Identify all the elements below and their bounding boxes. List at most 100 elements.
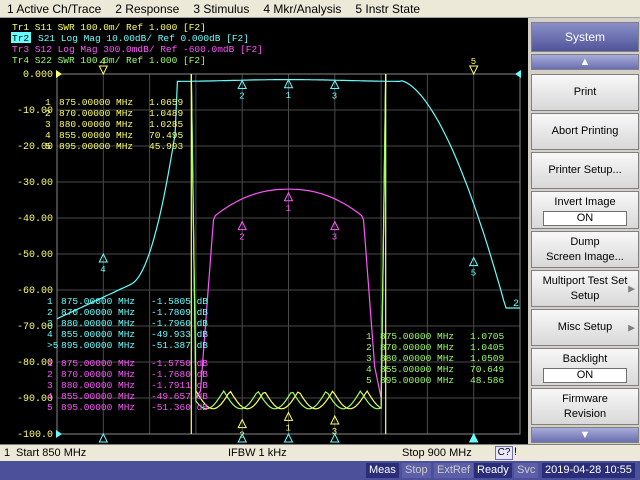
- marker-table-tr3-row-number: 3: [47, 380, 53, 391]
- softkey-scroll-down[interactable]: ▼: [531, 427, 639, 443]
- reference-level-arrow-left: [56, 70, 62, 78]
- trace-header-tr2-id[interactable]: Tr2: [12, 33, 29, 44]
- print-button[interactable]: Print: [531, 74, 639, 111]
- marker-table-tr4-row-value: 1.0509: [470, 353, 505, 364]
- channel-number: 1: [4, 447, 11, 459]
- marker-table-tr3-row-value: -1.5750 dB: [151, 358, 208, 369]
- softkey-scroll-up[interactable]: ▲: [531, 54, 639, 70]
- dump-screen-image-button[interactable]: Dump Screen Image...: [531, 231, 639, 268]
- marker-table-tr1-row-value: 45.993: [149, 141, 184, 152]
- printer-setup-button[interactable]: Printer Setup...: [531, 152, 639, 189]
- channel-status-bar: 1 Start 850 MHz IFBW 1 kHz Stop 900 MHz …: [0, 444, 640, 461]
- marker-table-tr1-row-number: 1: [45, 97, 51, 108]
- marker-table-tr2-row-frequency: 875.00000 MHz: [61, 296, 135, 307]
- marker-table-tr3-row-value: -51.360 dB: [151, 402, 208, 413]
- marker-table-tr4-row-frequency: 895.00000 MHz: [380, 375, 454, 386]
- marker-table-tr1-row-value: 1.0489: [149, 108, 184, 119]
- marker-table-tr4: 1 875.00000 MHz 1.0705 2 870.00000 MHz 1.0405…: [366, 331, 505, 386]
- marker-table-tr1-row-frequency: 880.00000 MHz: [59, 119, 133, 130]
- marker-table-tr3-row-value: -1.7911 dB: [151, 380, 208, 391]
- stimulus-marker: [283, 432, 294, 443]
- trace-headers: Tr1 S11 SWR 100.0m/ Ref 1.000 [F2] Tr2 S…: [11, 22, 263, 66]
- marker-1-s12-label: 1: [286, 204, 291, 214]
- marker-table-tr4-row-number: 3: [366, 353, 372, 364]
- marker-4-s11[interactable]: [98, 65, 109, 76]
- marker-table-tr1: 1 875.00000 MHz 1.0659 2 870.00000 MHz 1.0489…: [45, 97, 184, 152]
- marker-5-s11-label: 5: [471, 57, 476, 67]
- marker-table-tr4-row-number: 4: [366, 364, 372, 375]
- menu-stimulus[interactable]: 3 Stimulus: [186, 2, 256, 16]
- trace-header-tr1[interactable]: Tr1 S11 SWR 100.0m/ Ref 1.000 [F2]: [12, 22, 206, 33]
- marker-4-s21-label: 4: [100, 265, 105, 275]
- marker-3-s21-label: 3: [332, 91, 337, 101]
- marker-table-tr2-row-frequency: 880.00000 MHz: [61, 318, 135, 329]
- firmware-revision-button[interactable]: Firmware Revision: [531, 388, 639, 425]
- status-svc: Svc: [514, 463, 539, 478]
- marker-table-tr3-row-value: -49.657 dB: [151, 391, 208, 402]
- marker-table-tr4-row-frequency: 880.00000 MHz: [380, 353, 454, 364]
- marker-2-s12-label: 2: [239, 233, 244, 243]
- y-tick-label: -40.00: [17, 214, 53, 225]
- marker-table-tr1-row-number: 2: [45, 108, 51, 119]
- trace-header-tr2[interactable]: S21 Log Mag 10.00dB/ Ref 0.000dB [F2]: [38, 33, 249, 44]
- marker-1-s21-label: 1: [286, 91, 291, 101]
- menu-active-ch-trace[interactable]: 1 Active Ch/Trace: [0, 2, 108, 16]
- marker-table-tr2-row-value: -1.7809 dB: [151, 307, 208, 318]
- marker-table-tr4-row-number: 5: [366, 375, 372, 386]
- instrument-status-bar: Meas Stop ExtRef Ready Svc 2019-04-28 10…: [0, 461, 640, 480]
- marker-table-tr3-row-value: -1.7680 dB: [151, 369, 208, 380]
- marker-table-tr4-row-number: 1: [366, 331, 372, 342]
- trace-header-tr3[interactable]: Tr3 S12 Log Mag 300.0mdB/ Ref -600.0mdB …: [12, 44, 263, 55]
- marker-table-tr1-row-frequency: 855.00000 MHz: [59, 130, 133, 141]
- misc-setup-button[interactable]: Misc Setup ▶: [531, 309, 639, 346]
- marker-table-tr1-row-number: 5: [45, 141, 51, 152]
- marker-table-tr3-row-number: 4: [47, 391, 53, 402]
- marker-5-s21-label: 5: [471, 269, 476, 279]
- softkey-panel: System ▲ Print Abort Printing Printer Se…: [529, 18, 640, 444]
- correction-badge: C?: [495, 446, 513, 460]
- menu-instr-state[interactable]: 5 Instr State: [348, 2, 427, 16]
- marker-table-tr4-row-value: 70.649: [470, 364, 505, 375]
- marker-table-tr3-row-frequency: 855.00000 MHz: [61, 391, 135, 402]
- trace-s21-end-label: 2: [513, 299, 519, 310]
- marker-table-tr4-row-frequency: 875.00000 MHz: [380, 331, 454, 342]
- marker-table-tr3-row-frequency: 880.00000 MHz: [61, 380, 135, 391]
- multiport-test-set-setup-button[interactable]: Multiport Test Set Setup ▶: [531, 270, 639, 307]
- marker-table-tr2-row-number: 2: [47, 307, 53, 318]
- measurement-display[interactable]: 2 1234512312345 Tr1 S11 SWR 100.0m/ Ref …: [0, 18, 528, 444]
- marker-table-tr2-row-number: >5: [47, 340, 59, 351]
- status-extref: ExtRef: [434, 463, 474, 478]
- stop-frequency[interactable]: Stop 900 MHz: [402, 447, 472, 459]
- marker-table-tr4-row-frequency: 870.00000 MHz: [380, 342, 454, 353]
- abort-printing-button[interactable]: Abort Printing: [531, 113, 639, 150]
- menu-bar: 1 Active Ch/Trace 2 Response 3 Stimulus …: [0, 0, 640, 18]
- marker-table-tr1-row-frequency: 870.00000 MHz: [59, 108, 133, 119]
- trace-header-tr4[interactable]: Tr4 S22 SWR 100.0m/ Ref 1.000 [F2]: [12, 55, 206, 66]
- marker-table-tr4-row-number: 2: [366, 342, 372, 353]
- reference-level-arrow-bottom: [56, 430, 62, 438]
- marker-table-tr3-row-frequency: 875.00000 MHz: [61, 358, 135, 369]
- marker-table-tr2-row-frequency: 855.00000 MHz: [61, 329, 135, 340]
- invert-image-value: ON: [543, 210, 627, 226]
- backlight-value: ON: [543, 367, 627, 383]
- reference-level-arrow-right: [515, 70, 521, 78]
- marker-table-tr4-row-value: 1.0705: [470, 331, 505, 342]
- marker-table-tr4-row-value: 1.0405: [470, 342, 505, 353]
- invert-image-toggle[interactable]: Invert Image ON: [531, 191, 639, 229]
- status-meas: Meas: [366, 463, 399, 478]
- menu-mkr-analysis[interactable]: 4 Mkr/Analysis: [256, 2, 348, 16]
- menu-response[interactable]: 2 Response: [108, 2, 186, 16]
- marker-table-tr2-row-number: 1: [47, 296, 53, 307]
- marker-table-tr2: 1 875.00000 MHz -1.5805 dB 2 870.00000 MHz -1…: [47, 296, 208, 351]
- status-stop: Stop: [402, 463, 431, 478]
- ifbw-value[interactable]: IFBW 1 kHz: [228, 447, 287, 459]
- start-frequency[interactable]: Start 850 MHz: [16, 447, 86, 459]
- marker-table-tr4-row-value: 48.586: [470, 375, 505, 386]
- marker-table-tr2-row-number: 3: [47, 318, 53, 329]
- stimulus-marker: [468, 432, 479, 443]
- help-icon[interactable]: !: [514, 446, 526, 460]
- backlight-toggle[interactable]: Backlight ON: [531, 348, 639, 386]
- marker-5-s11[interactable]: [468, 65, 479, 76]
- softkey-header-system[interactable]: System: [531, 22, 639, 52]
- status-ready: Ready: [474, 463, 512, 478]
